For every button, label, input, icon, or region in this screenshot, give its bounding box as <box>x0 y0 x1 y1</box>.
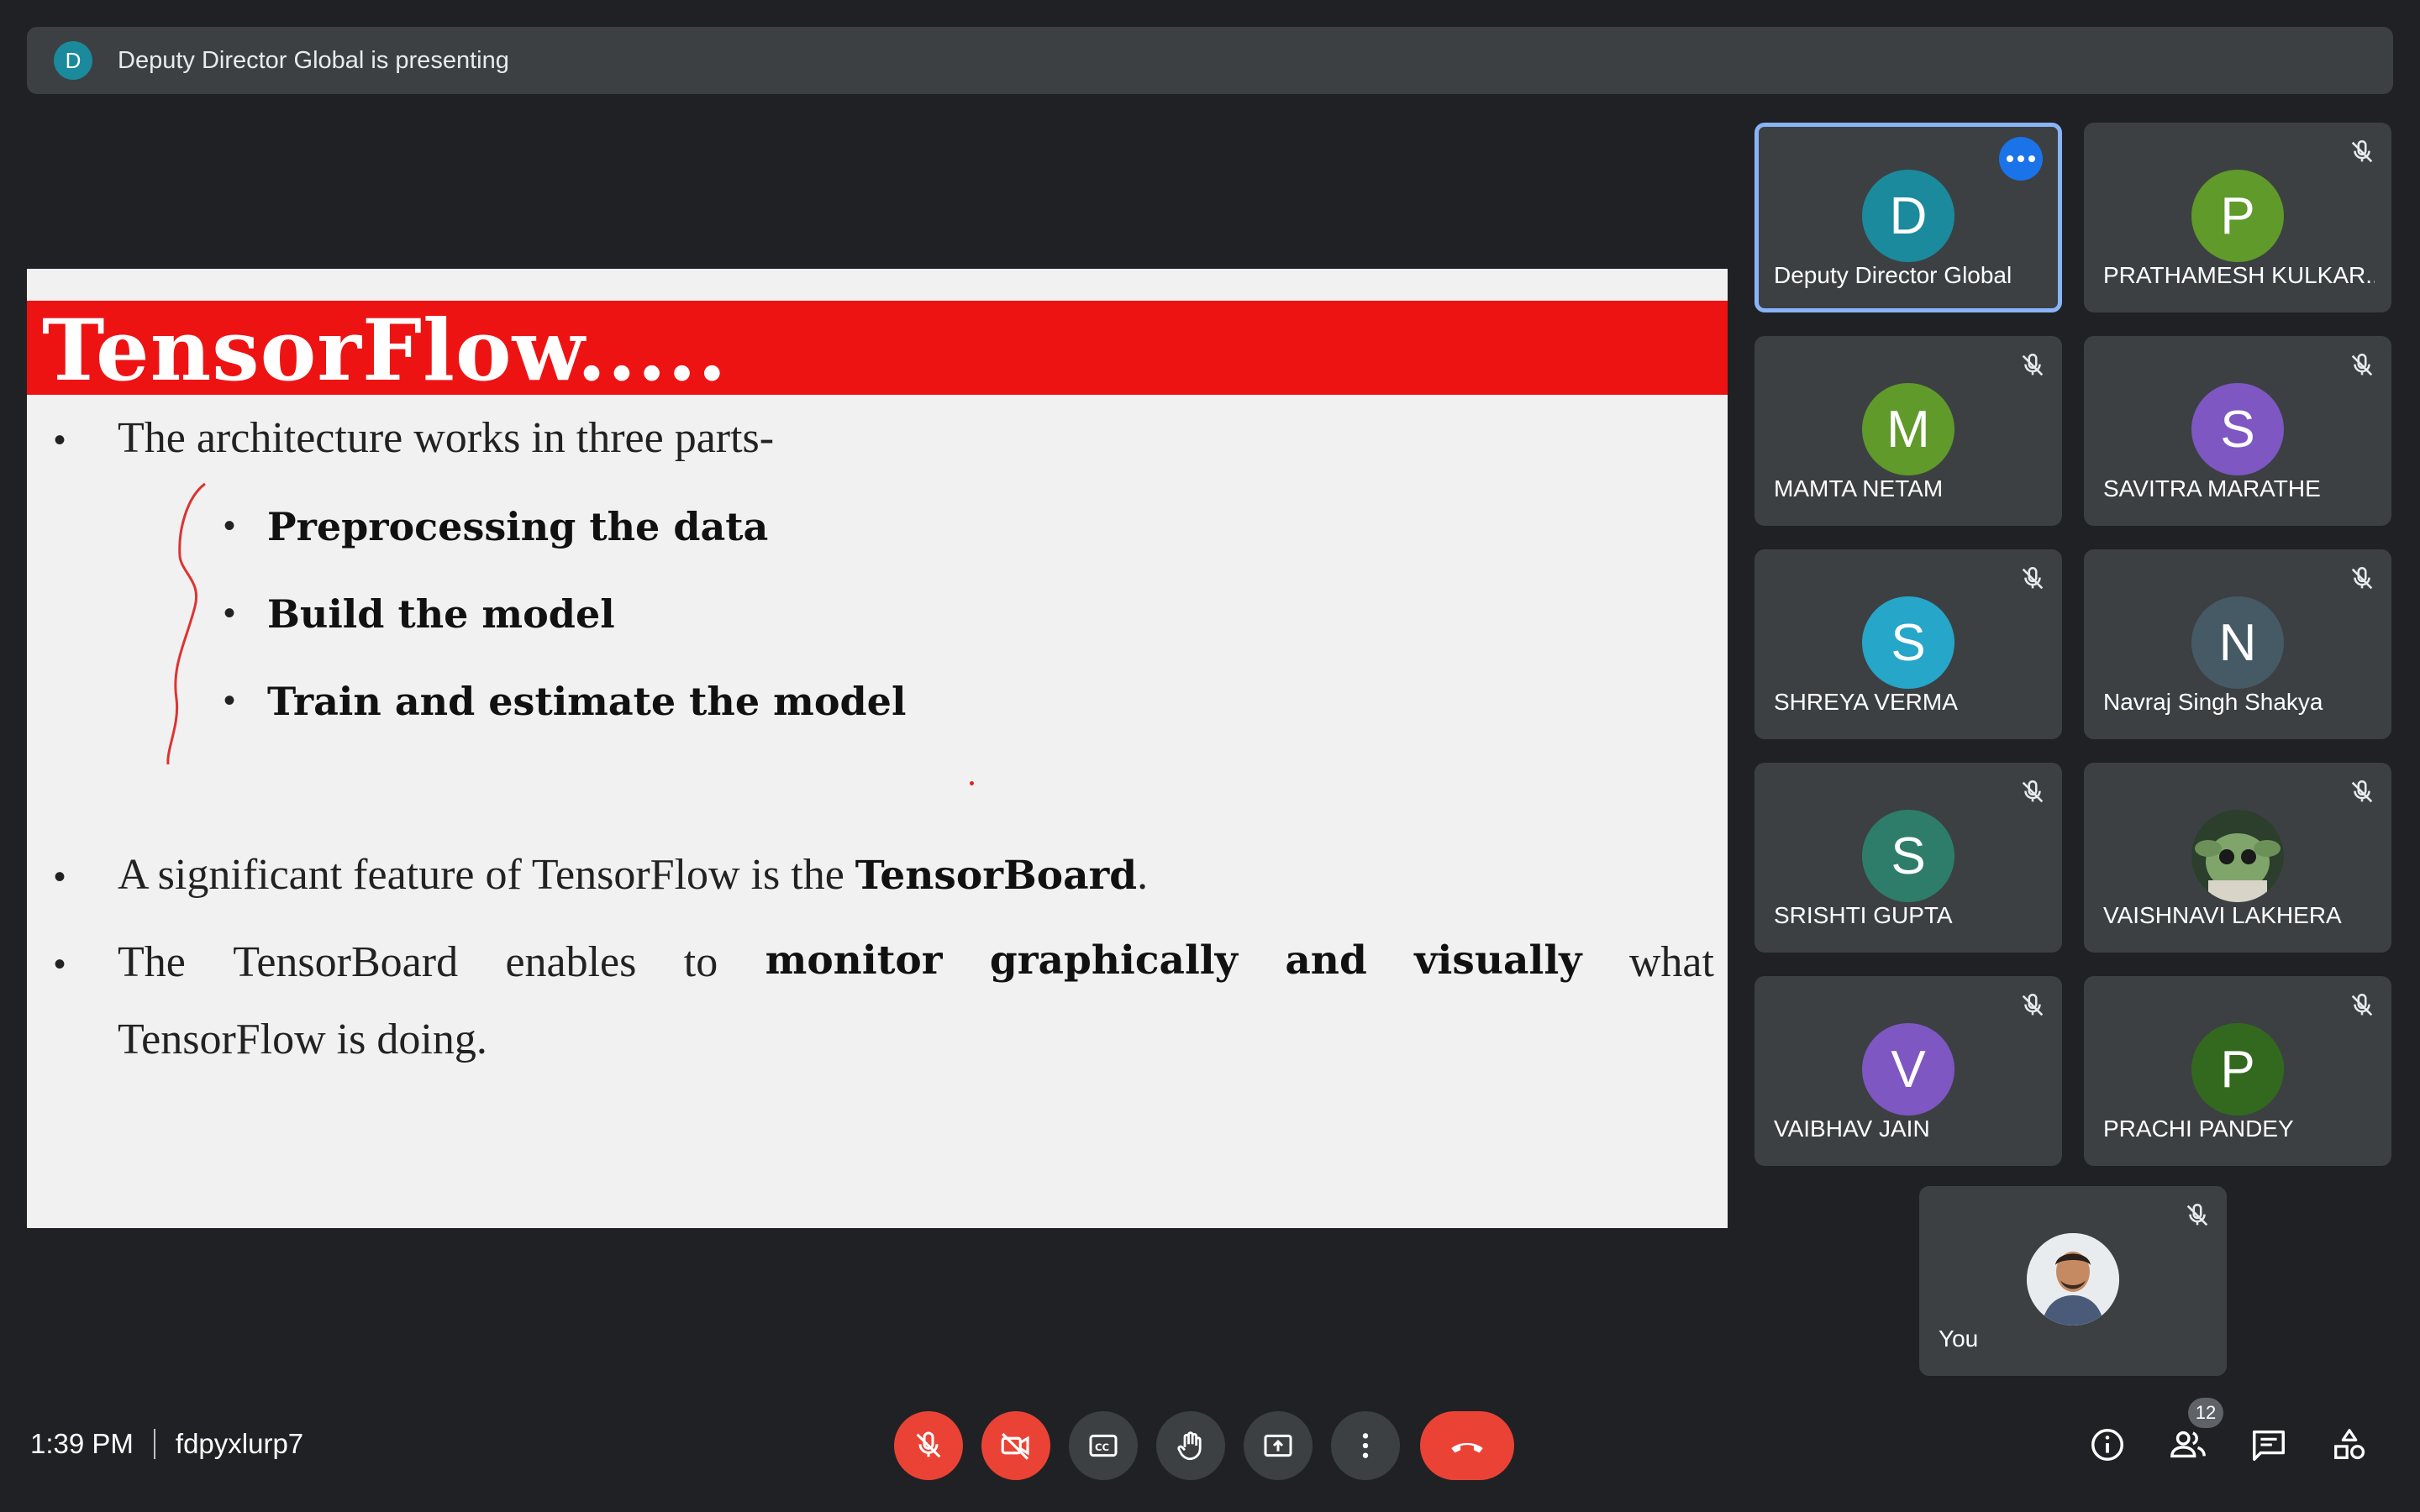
participant-name: You <box>1939 1326 1979 1352</box>
participant-name: VAIBHAV JAIN <box>1774 1116 1930 1142</box>
captions-icon: CC <box>1089 1434 1118 1457</box>
participant-avatar: S <box>1862 596 1954 689</box>
mic-toggle-button[interactable] <box>894 1411 963 1480</box>
divider <box>153 1429 155 1459</box>
slide-sub-2: Build the model <box>267 591 615 637</box>
self-tile[interactable]: You <box>1919 1186 2227 1376</box>
mic-muted-icon <box>2351 993 2373 1016</box>
activities-shapes-icon <box>2334 1429 2365 1460</box>
meeting-details: 1:39 PM fdpyxlurp7 <box>30 1428 303 1460</box>
leave-call-button[interactable] <box>1420 1411 1514 1480</box>
activities-button[interactable] <box>2329 1425 2370 1465</box>
present-screen-icon <box>1264 1434 1292 1457</box>
participant-avatar: P <box>2191 1023 2284 1116</box>
presenting-banner: D Deputy Director Global is presenting <box>27 27 2393 94</box>
present-now-button[interactable] <box>1244 1411 1313 1480</box>
slide-line-3: The TensorBoard enables to monitor graph… <box>118 937 1714 986</box>
people-button[interactable] <box>2168 1425 2208 1465</box>
mic-off-icon <box>916 1431 941 1458</box>
participant-avatar: S <box>1862 810 1954 902</box>
info-icon <box>2091 1429 2123 1461</box>
chat-button[interactable] <box>2249 1425 2289 1465</box>
participant-tile[interactable]: VAISHNAVI LAKHERA <box>2084 763 2391 953</box>
meeting-info-button[interactable] <box>2087 1425 2128 1465</box>
participant-name: PRACHI PANDEY <box>2103 1116 2294 1142</box>
participant-tile[interactable]: M MAMTA NETAM <box>1754 336 2062 526</box>
participant-name: Deputy Director Global <box>1774 262 2012 288</box>
participant-tile[interactable]: P PRATHAMESH KULKAR... <box>2084 123 2391 312</box>
participant-tile[interactable]: S SAVITRA MARATHE <box>2084 336 2391 526</box>
slide-title: TensorFlow..... <box>42 301 728 400</box>
clock-time: 1:39 PM <box>30 1428 134 1459</box>
participant-tile[interactable]: P PRACHI PANDEY <box>2084 976 2391 1166</box>
slide-sub-3: Train and estimate the model <box>267 679 907 724</box>
participant-name: SAVITRA MARATHE <box>2103 475 2321 501</box>
slide-line-1: The architecture works in three parts- <box>118 414 775 462</box>
hand-icon <box>1177 1431 1202 1461</box>
participant-avatar: S <box>2191 383 2284 475</box>
bullet: • <box>54 858 66 895</box>
meeting-code: fdpyxlurp7 <box>175 1428 304 1459</box>
camera-toggle-button[interactable] <box>981 1411 1050 1480</box>
participant-tile[interactable]: N Navraj Singh Shakya <box>2084 549 2391 739</box>
self-photo <box>2027 1233 2119 1326</box>
participant-tile[interactable]: S SRISHTI GUPTA <box>1754 763 2062 953</box>
presenting-text: Deputy Director Global is presenting <box>118 46 509 74</box>
participant-avatar: D <box>1862 170 1954 262</box>
presenter-avatar: D <box>54 41 92 80</box>
mic-muted-icon <box>2022 353 2044 376</box>
mic-muted-icon <box>2351 780 2373 803</box>
sub-bullet: • <box>224 682 236 719</box>
slide-line-2: A significant feature of TensorFlow is t… <box>118 851 1149 899</box>
mic-muted-icon <box>2186 1203 2208 1226</box>
mic-muted-icon <box>2351 353 2373 376</box>
participant-avatar: V <box>1862 1023 1954 1116</box>
participant-name: SHREYA VERMA <box>1774 689 1958 715</box>
participant-avatar: M <box>1862 383 1954 475</box>
participant-name: PRATHAMESH KULKAR... <box>2103 262 2375 288</box>
presentation-slide: TensorFlow..... • The architecture works… <box>27 269 1728 1228</box>
annotation-bracket <box>166 482 206 765</box>
participant-name: SRISHTI GUPTA <box>1774 902 1953 928</box>
participant-avatar: P <box>2191 170 2284 262</box>
mic-muted-icon <box>2351 139 2373 163</box>
participant-name: Navraj Singh Shakya <box>2103 689 2323 715</box>
participant-name: MAMTA NETAM <box>1774 475 1944 501</box>
more-options-button[interactable] <box>1331 1411 1400 1480</box>
participant-tile[interactable]: S SHREYA VERMA <box>1754 549 2062 739</box>
sub-bullet: • <box>224 507 236 544</box>
laser-dot <box>970 781 974 785</box>
people-count-badge: 12 <box>2188 1398 2223 1428</box>
mic-muted-icon <box>2022 780 2044 803</box>
participant-avatar: N <box>2191 596 2284 689</box>
chat-icon <box>2253 1430 2285 1461</box>
participant-photo <box>2191 810 2284 902</box>
captions-button[interactable]: CC <box>1069 1411 1138 1480</box>
slide-sub-1: Preprocessing the data <box>267 504 769 549</box>
camera-off-icon <box>1001 1432 1029 1460</box>
mic-muted-icon <box>2022 566 2044 590</box>
raise-hand-button[interactable] <box>1156 1411 1225 1480</box>
more-options-icon[interactable] <box>1999 137 2043 181</box>
mic-muted-icon <box>2022 993 2044 1016</box>
sub-bullet: • <box>224 595 236 632</box>
bullet: • <box>54 946 66 983</box>
phone-hangup-icon <box>1451 1442 1483 1453</box>
participant-tile[interactable]: D Deputy Director Global <box>1754 123 2062 312</box>
svg-text:CC: CC <box>1095 1441 1109 1453</box>
bullet: • <box>54 422 66 459</box>
slide-line-4: TensorFlow is doing. <box>118 1016 487 1063</box>
mic-muted-icon <box>2351 566 2373 590</box>
more-vertical-icon <box>1362 1433 1369 1458</box>
people-icon <box>2170 1431 2206 1458</box>
participant-name: VAISHNAVI LAKHERA <box>2103 902 2342 928</box>
participant-tile[interactable]: V VAIBHAV JAIN <box>1754 976 2062 1166</box>
